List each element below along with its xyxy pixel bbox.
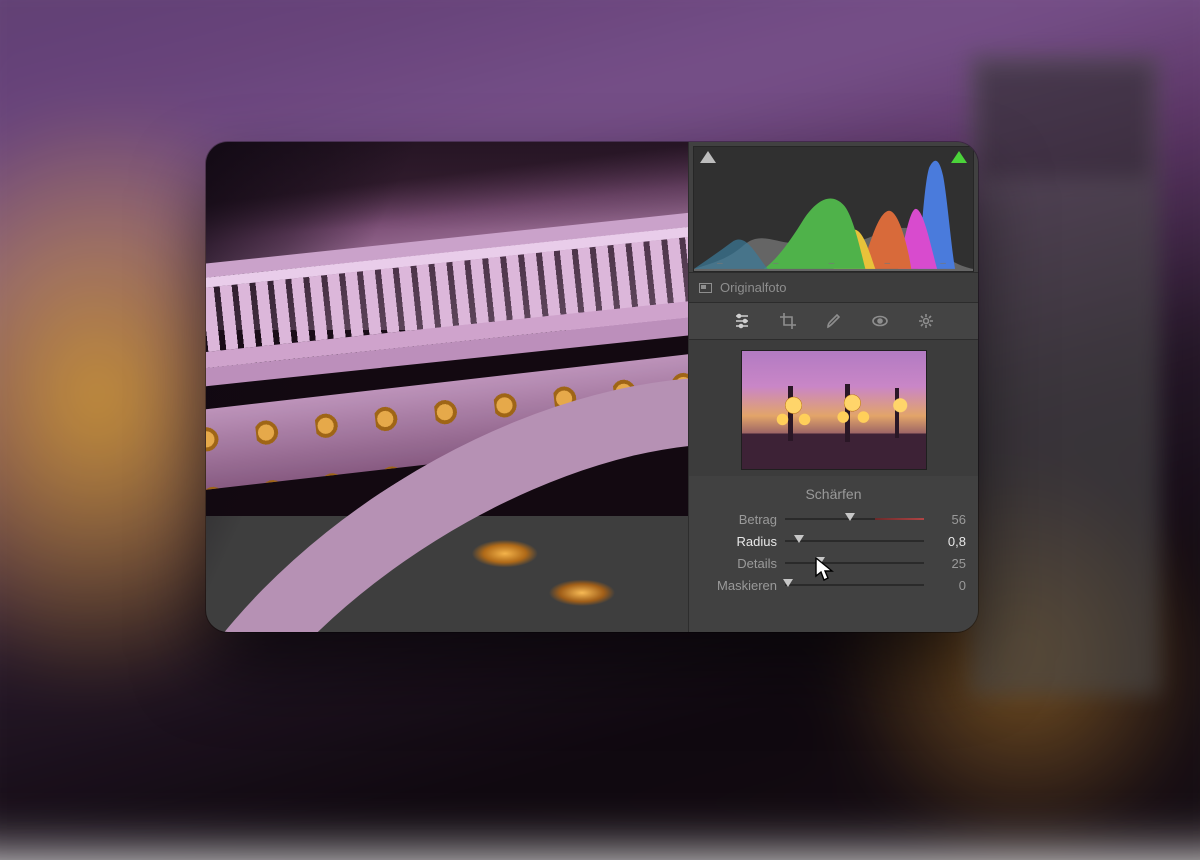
- histogram[interactable]: [693, 146, 974, 272]
- detail-thumbnail[interactable]: [741, 350, 927, 470]
- slider-maskieren[interactable]: Maskieren 0: [701, 574, 966, 596]
- slider-details[interactable]: Details 25: [701, 552, 966, 574]
- slider-value: 56: [932, 512, 966, 527]
- radial-icon[interactable]: [917, 312, 935, 330]
- histogram-ticks: [694, 258, 973, 269]
- slider-track[interactable]: [785, 557, 924, 569]
- slider-track[interactable]: [785, 535, 924, 547]
- slider-label: Details: [701, 556, 777, 571]
- slider-value: 25: [932, 556, 966, 571]
- slider-label: Radius: [701, 534, 777, 549]
- histogram-graph: [694, 147, 973, 271]
- slider-knob[interactable]: [794, 535, 804, 543]
- slider-knob[interactable]: [845, 513, 855, 521]
- develop-panel: Originalfoto Schärfen: [688, 142, 978, 632]
- preview-detail: [206, 224, 688, 369]
- sharpen-section-title: Schärfen: [689, 476, 978, 508]
- slider-label: Betrag: [701, 512, 777, 527]
- tool-strip: [689, 302, 978, 340]
- slider-value: 0: [932, 578, 966, 593]
- develop-window: Originalfoto Schärfen: [206, 142, 978, 632]
- before-after-icon: [699, 283, 712, 293]
- slider-radius[interactable]: Radius 0,8: [701, 530, 966, 552]
- slider-value: 0,8: [932, 534, 966, 549]
- slider-knob[interactable]: [783, 579, 793, 587]
- slider-track[interactable]: [785, 579, 924, 591]
- slider-knob[interactable]: [815, 557, 825, 565]
- adjust-sliders-icon[interactable]: [733, 312, 751, 330]
- detail-thumbnail-area: [689, 340, 978, 476]
- slider-track[interactable]: [785, 513, 924, 525]
- original-photo-toggle[interactable]: Originalfoto: [689, 272, 978, 302]
- crop-icon[interactable]: [779, 312, 797, 330]
- original-photo-label: Originalfoto: [720, 280, 786, 295]
- redeye-icon[interactable]: [871, 312, 889, 330]
- slider-label: Maskieren: [701, 578, 777, 593]
- sharpen-sliders: Betrag 56 Radius 0,8 Details 25 Maskieren 0: [689, 508, 978, 604]
- slider-betrag[interactable]: Betrag 56: [701, 508, 966, 530]
- main-photo-preview[interactable]: [206, 142, 688, 632]
- background-blurred-panel: [970, 55, 1160, 695]
- brush-icon[interactable]: [825, 312, 843, 330]
